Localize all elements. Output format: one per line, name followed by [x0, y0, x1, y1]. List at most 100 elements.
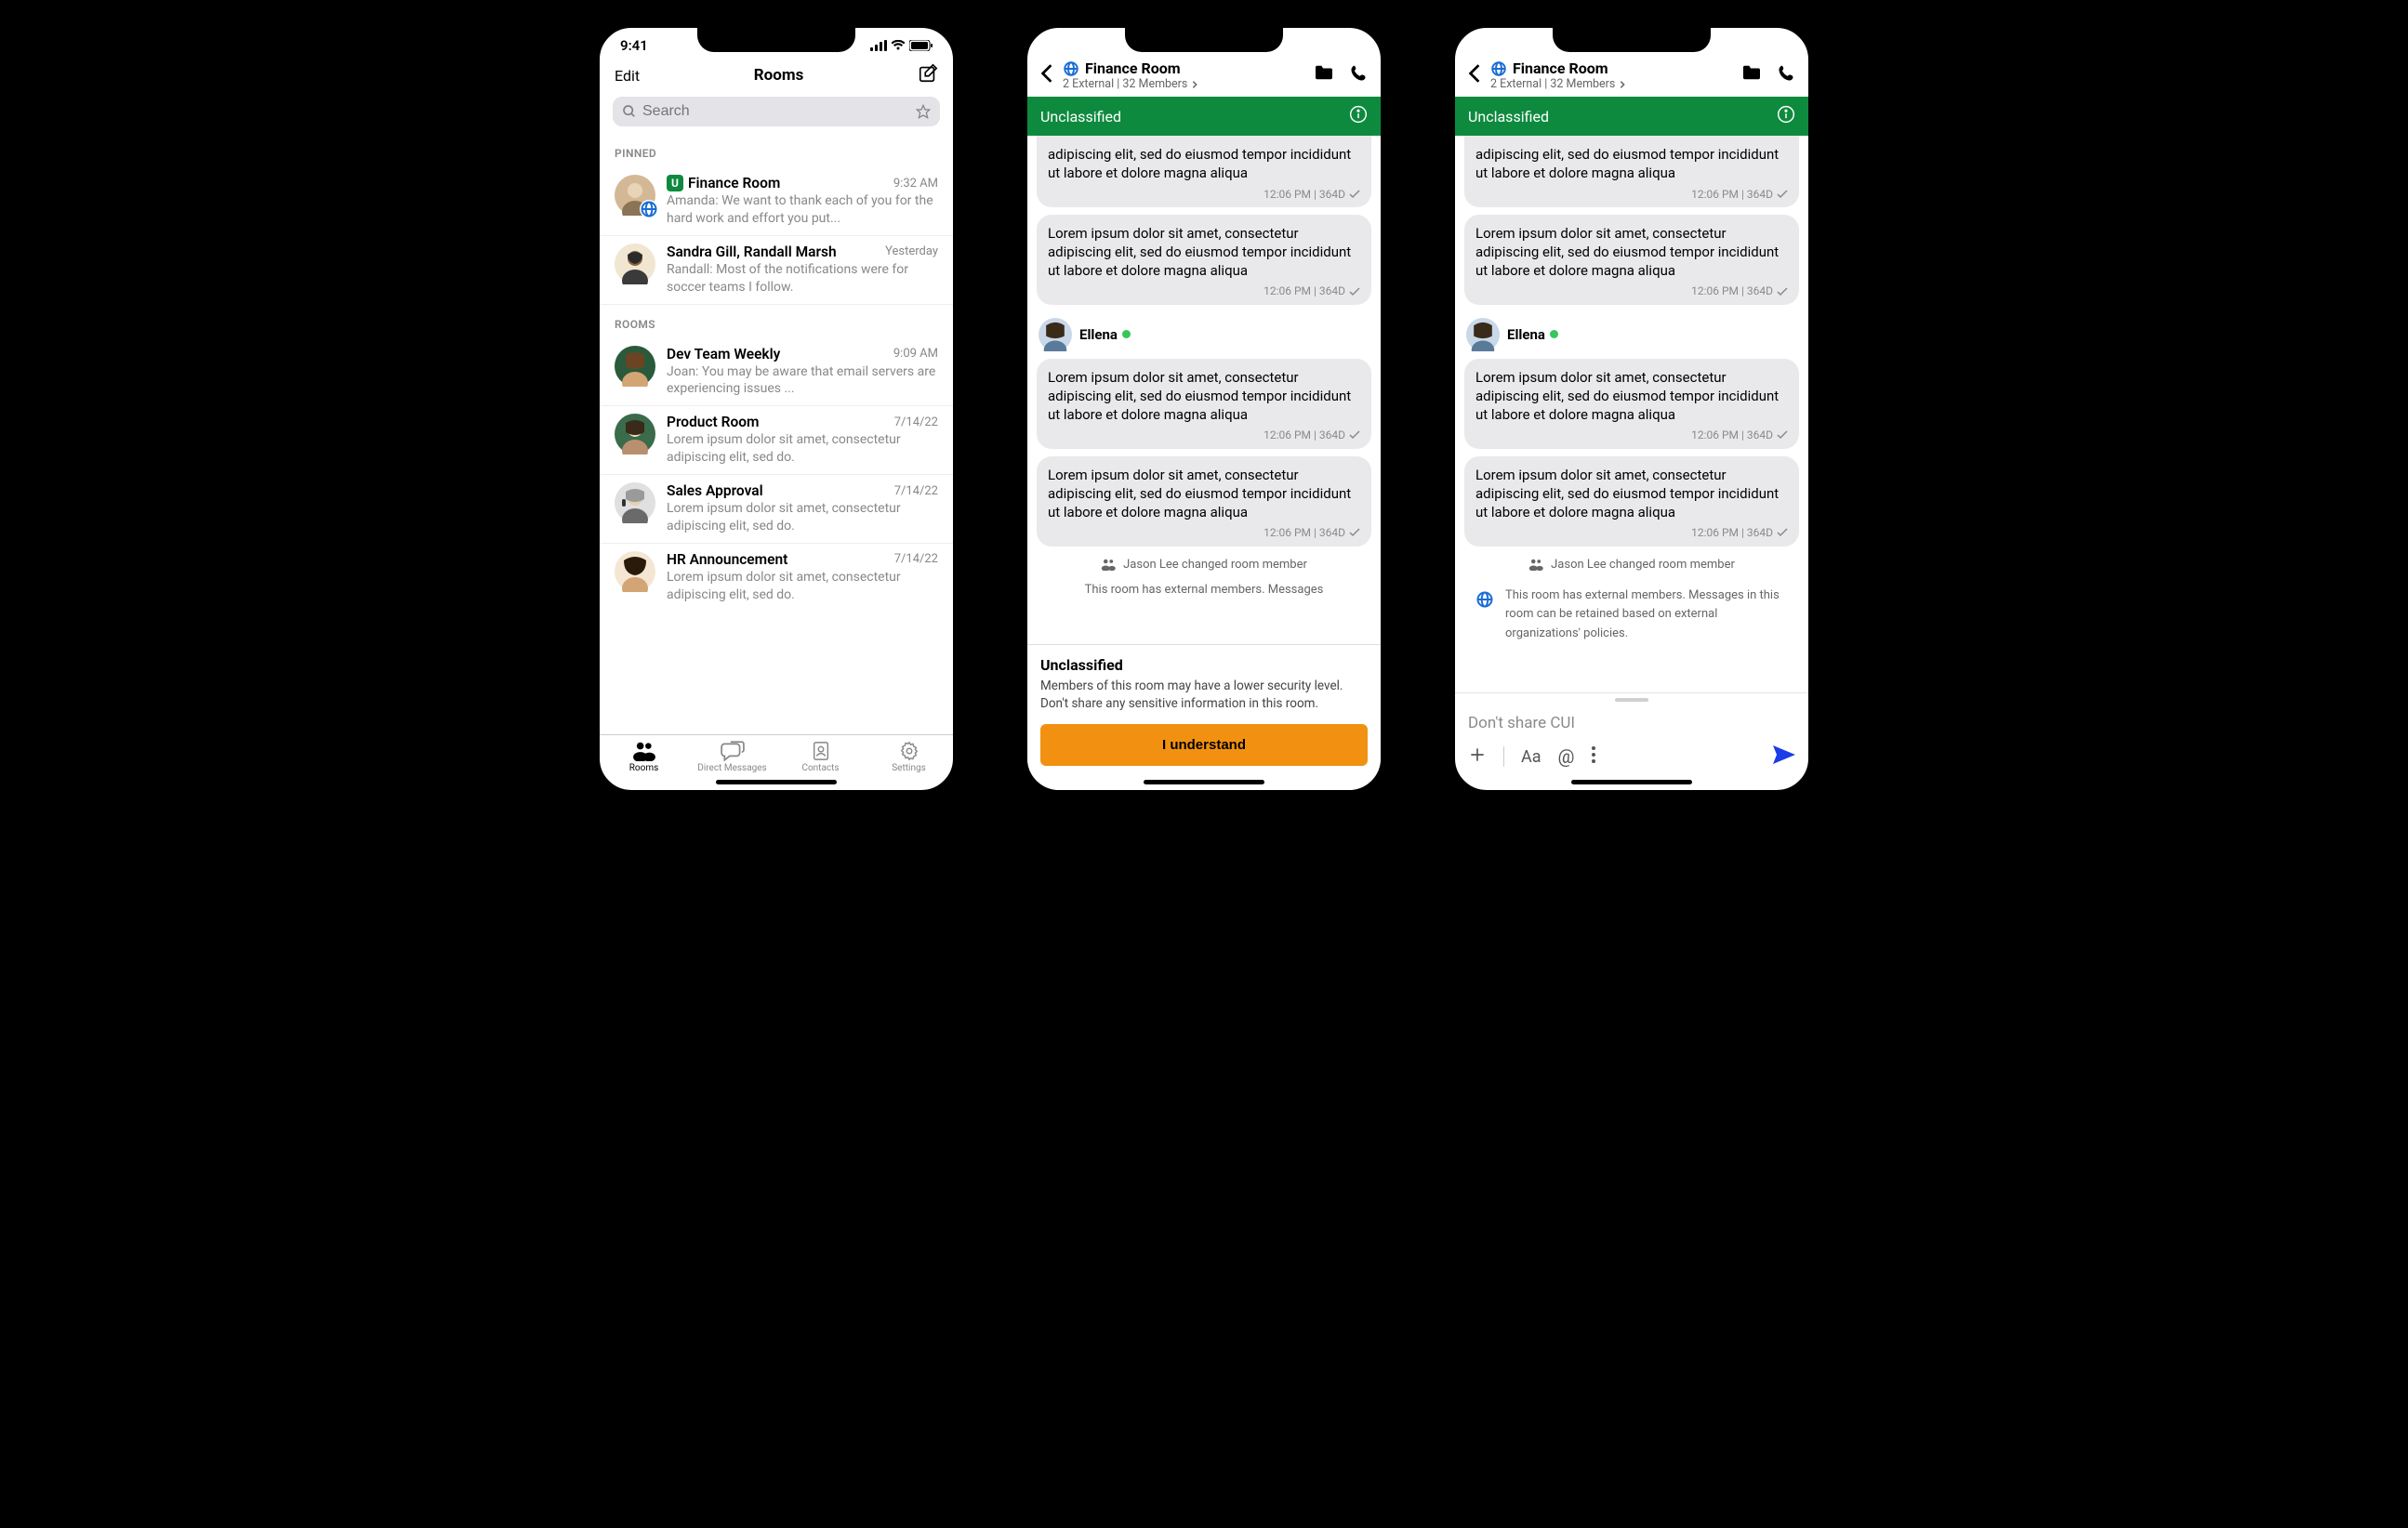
room-title: Sandra Gill, Randall Marsh: [667, 244, 837, 260]
message-bubble[interactable]: adipiscing elit, sed do eiusmod tempor i…: [1037, 136, 1371, 207]
rooms-icon: [632, 741, 656, 761]
chat-icon: [721, 741, 745, 761]
chat-messages[interactable]: adipiscing elit, sed do eiusmod tempor i…: [1027, 136, 1381, 644]
status-icons: [870, 40, 933, 51]
more-button[interactable]: [1592, 746, 1595, 767]
room-item-sandra-randall[interactable]: Sandra Gill, Randall Marsh Yesterday Ran…: [600, 236, 953, 305]
home-indicator: [716, 780, 837, 784]
wifi-icon: [891, 40, 906, 51]
back-button[interactable]: [1040, 63, 1053, 87]
rooms-header: Edit Rooms: [600, 56, 953, 93]
sheet-body: Members of this room may have a lower se…: [1040, 678, 1368, 713]
message-bubble[interactable]: Lorem ipsum dolor sit amet, consectetur …: [1037, 215, 1371, 305]
message-bubble[interactable]: Lorem ipsum dolor sit amet, consectetur …: [1037, 456, 1371, 547]
send-button[interactable]: [1773, 745, 1795, 768]
room-item-sales[interactable]: Sales Approval 7/14/22 Lorem ipsum dolor…: [600, 475, 953, 544]
search-input[interactable]: [642, 103, 910, 120]
phone-icon: [1777, 64, 1795, 83]
chevron-right-icon: [1191, 80, 1198, 89]
room-time: 9:09 AM: [893, 347, 938, 361]
room-time: 7/14/22: [894, 415, 938, 429]
home-indicator: [1144, 780, 1264, 784]
notch: [697, 26, 855, 52]
edit-button[interactable]: Edit: [615, 67, 640, 85]
folder-button[interactable]: [1741, 64, 1762, 86]
check-icon: [1349, 287, 1360, 296]
signal-icon: [870, 40, 887, 51]
folder-icon: [1741, 64, 1762, 81]
call-button[interactable]: [1349, 64, 1368, 86]
avatar: [615, 482, 655, 523]
classification-sheet: Unclassified Members of this room may ha…: [1027, 644, 1381, 790]
external-notice-partial: This room has external members. Messages: [1037, 583, 1371, 597]
composer-input[interactable]: Don't share CUI: [1455, 706, 1808, 740]
room-item-dev-team[interactable]: Dev Team Weekly 9:09 AM Joan: You may be…: [600, 338, 953, 407]
tab-direct-messages[interactable]: Direct Messages: [688, 741, 776, 773]
info-icon[interactable]: [1777, 105, 1795, 127]
room-title: Dev Team Weekly: [667, 346, 780, 362]
chat-subtitle: 2 External | 32 Members: [1490, 77, 1615, 91]
tab-contacts[interactable]: Contacts: [776, 741, 865, 773]
home-indicator: [1571, 780, 1692, 784]
folder-button[interactable]: [1314, 64, 1334, 86]
call-button[interactable]: [1777, 64, 1795, 86]
check-icon: [1777, 528, 1788, 537]
room-preview: Lorem ipsum dolor sit amet, consectetur …: [667, 569, 938, 604]
composer-handle[interactable]: [1615, 698, 1648, 702]
classification-label: Unclassified: [1468, 108, 1549, 125]
message-bubble[interactable]: Lorem ipsum dolor sit amet, consectetur …: [1464, 359, 1799, 449]
room-item-finance[interactable]: U Finance Room 9:32 AM Amanda: We want t…: [600, 167, 953, 236]
check-icon: [1349, 190, 1360, 199]
chat-header-title-area[interactable]: Finance Room 2 External | 32 Members: [1063, 59, 1304, 91]
phone-icon: [1349, 64, 1368, 83]
search-bar[interactable]: [613, 97, 940, 126]
sender-name: Ellena: [1507, 326, 1545, 343]
format-button[interactable]: Aa: [1521, 747, 1541, 767]
room-time: Yesterday: [885, 244, 938, 258]
globe-badge-icon: [640, 200, 658, 218]
chat-header-title-area[interactable]: Finance Room 2 External | 32 Members: [1490, 59, 1732, 91]
tab-settings[interactable]: Settings: [865, 741, 953, 773]
battery-icon: [909, 40, 933, 51]
section-rooms: ROOMS: [600, 305, 953, 338]
avatar: [615, 414, 655, 454]
back-button[interactable]: [1468, 63, 1481, 87]
chat-title: Finance Room: [1085, 59, 1181, 77]
info-icon[interactable]: [1349, 105, 1368, 127]
star-icon[interactable]: [916, 104, 931, 119]
message-bubble[interactable]: Lorem ipsum dolor sit amet, consectetur …: [1464, 456, 1799, 547]
chevron-left-icon: [1040, 63, 1053, 84]
room-preview: Randall: Most of the notifications were …: [667, 261, 938, 296]
mention-button[interactable]: @: [1558, 745, 1575, 768]
chat-subtitle: 2 External | 32 Members: [1063, 77, 1187, 91]
compose-icon[interactable]: [918, 63, 938, 87]
chat-messages[interactable]: adipiscing elit, sed do eiusmod tempor i…: [1455, 136, 1808, 692]
check-icon: [1777, 190, 1788, 199]
message-bubble[interactable]: adipiscing elit, sed do eiusmod tempor i…: [1464, 136, 1799, 207]
message-bubble[interactable]: Lorem ipsum dolor sit amet, consectetur …: [1464, 215, 1799, 305]
avatar: [615, 244, 655, 284]
unclassified-badge: U: [667, 175, 683, 191]
external-notice: This room has external members. Messages…: [1464, 583, 1799, 648]
attach-button[interactable]: [1468, 745, 1487, 768]
check-icon: [1349, 528, 1360, 537]
check-icon: [1349, 430, 1360, 440]
divider: [1503, 746, 1504, 767]
room-title: Sales Approval: [667, 482, 763, 499]
room-item-product[interactable]: Product Room 7/14/22 Lorem ipsum dolor s…: [600, 406, 953, 475]
room-preview: Amanda: We want to thank each of you for…: [667, 192, 938, 228]
search-icon: [622, 104, 637, 119]
chevron-left-icon: [1468, 63, 1481, 84]
phone-screen-rooms: 9:41 Edit Rooms PINNED U: [590, 19, 962, 799]
sheet-title: Unclassified: [1040, 656, 1368, 674]
tab-rooms[interactable]: Rooms: [600, 741, 688, 773]
presence-indicator: [1550, 330, 1558, 338]
understand-button[interactable]: I understand: [1040, 724, 1368, 766]
presence-indicator: [1122, 330, 1131, 338]
more-vertical-icon: [1592, 746, 1595, 763]
message-bubble[interactable]: Lorem ipsum dolor sit amet, consectetur …: [1037, 359, 1371, 449]
room-item-hr[interactable]: HR Announcement 7/14/22 Lorem ipsum dolo…: [600, 544, 953, 612]
room-time: 9:32 AM: [893, 177, 938, 191]
sender-name: Ellena: [1079, 326, 1118, 343]
check-icon: [1777, 287, 1788, 296]
